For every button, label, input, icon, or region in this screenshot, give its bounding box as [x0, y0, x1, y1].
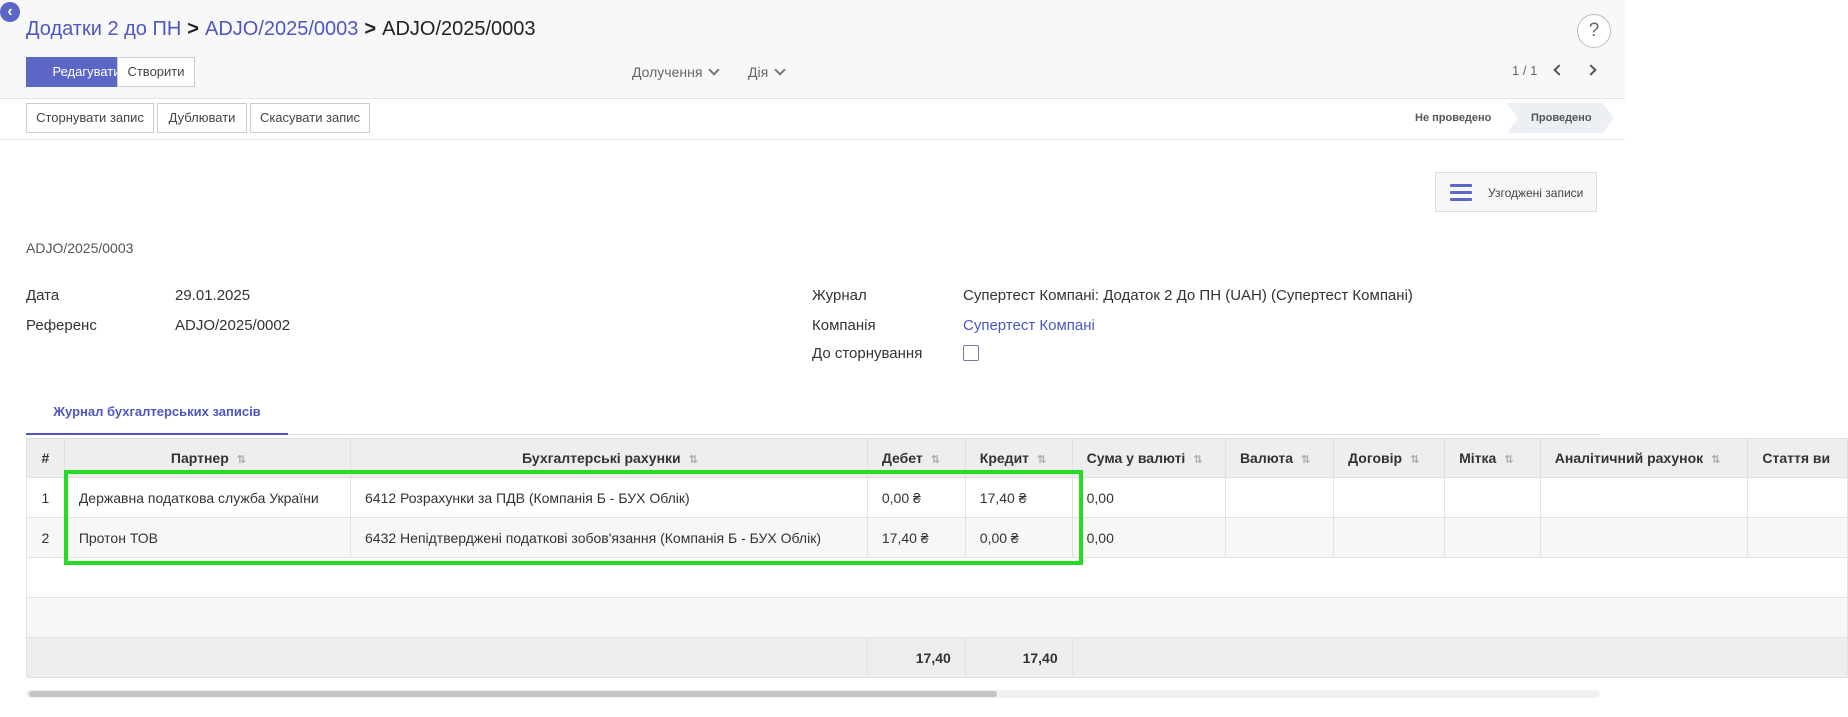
tab-journal-items[interactable]: Журнал бухгалтерських записів [26, 396, 288, 435]
row-item[interactable] [1747, 477, 1848, 518]
column-header-number: # [26, 438, 65, 478]
document-name: ADJO/2025/0003 [26, 240, 134, 256]
date-value: 29.01.2025 [175, 287, 251, 304]
page-title: ADJO/2025/0003 [382, 18, 536, 40]
attachment-dropdown-label: Долучення [632, 64, 703, 80]
row-currency[interactable] [1224, 477, 1335, 518]
row-currency[interactable] [1224, 517, 1335, 558]
column-header-credit-label: Кредит [979, 450, 1030, 466]
row-contract[interactable] [1333, 477, 1446, 518]
column-header-analytic[interactable]: Аналітичний рахунок ⇅ [1539, 438, 1749, 478]
duplicate-button[interactable]: Дублювати [157, 103, 247, 133]
cancel-entry-button[interactable]: Скасувати запис [250, 103, 370, 133]
row-amount-currency[interactable]: 0,00 [1071, 477, 1226, 518]
help-icon[interactable]: ? [1577, 14, 1611, 48]
row-number: 1 [26, 477, 65, 518]
column-header-analytic-label: Аналітичний рахунок [1554, 450, 1704, 466]
control-panel [0, 0, 1625, 99]
totals-spacer [26, 637, 868, 678]
row-tag[interactable] [1444, 517, 1541, 558]
create-button[interactable]: Створити [117, 57, 195, 87]
to-reverse-checkbox[interactable] [963, 345, 979, 361]
sort-icon: ⇅ [1410, 454, 1419, 466]
sort-icon: ⇅ [1300, 454, 1310, 466]
totals-spacer [1071, 637, 1848, 678]
status-draft[interactable]: Не проведено [1415, 103, 1491, 133]
sort-icon: ⇅ [1711, 454, 1720, 466]
attachment-dropdown[interactable]: Долучення [632, 64, 721, 80]
column-header-item[interactable]: Стаття ви [1747, 438, 1848, 478]
sort-icon: ⇅ [1037, 454, 1046, 466]
breadcrumb-item-journal[interactable]: Додатки 2 до ПН [26, 18, 181, 40]
breadcrumb: Додатки 2 до ПН > ADJO/2025/0003 > ADJO/2025… [26, 18, 536, 41]
column-header-amount-currency-label: Сума у валюті [1086, 450, 1186, 466]
total-debit: 17,40 [866, 637, 966, 678]
sort-icon: ⇅ [1504, 454, 1513, 466]
column-header-tag[interactable]: Мітка ⇅ [1444, 438, 1541, 478]
column-header-account-label: Бухгалтерські рахунки [522, 450, 681, 466]
company-label: Компанія [812, 317, 876, 334]
reconciled-entries-label: Узгоджені записи [1488, 186, 1584, 200]
column-header-contract[interactable]: Договір ⇅ [1333, 438, 1446, 478]
action-dropdown-label: Дія [748, 64, 769, 80]
to-reverse-label: До сторнування [812, 345, 923, 362]
empty-row-cell [26, 597, 1848, 638]
row-contract[interactable] [1333, 517, 1446, 558]
column-header-debit-label: Дебет [881, 450, 923, 466]
row-number: 2 [26, 517, 65, 558]
scrollbar-thumb[interactable] [29, 691, 997, 697]
sort-icon: ⇅ [930, 454, 940, 466]
breadcrumb-separator-icon: > [364, 18, 377, 40]
journal-value: Супертест Компані: Додаток 2 До ПН (UAH)… [963, 287, 1413, 304]
list-icon [1450, 184, 1472, 202]
sort-icon: ⇅ [236, 454, 246, 466]
action-dropdown[interactable]: Дія [748, 64, 786, 80]
horizontal-scrollbar[interactable] [26, 690, 1600, 698]
row-tag[interactable] [1444, 477, 1541, 518]
company-link[interactable]: Супертест Компані [963, 317, 1095, 334]
column-header-tag-label: Мітка [1459, 450, 1497, 466]
column-header-partner-label: Партнер [170, 450, 229, 466]
column-header-currency-label: Валюта [1239, 450, 1293, 466]
column-header-amount-currency[interactable]: Сума у валюті ⇅ [1071, 438, 1226, 478]
status-posted[interactable]: Проведено [1507, 103, 1614, 133]
reverse-entry-button[interactable]: Сторнувати запис [26, 103, 154, 133]
highlight-box [64, 470, 1083, 565]
notebook-tabs: Журнал бухгалтерських записів [26, 396, 1600, 435]
reference-value: ADJO/2025/0002 [175, 317, 291, 334]
pager-value[interactable]: 1 / 1 [1512, 63, 1537, 78]
date-label: Дата [26, 287, 60, 304]
back-icon[interactable]: ‹ [0, 2, 20, 22]
column-header-contract-label: Договір [1348, 450, 1403, 466]
journal-label: Журнал [812, 287, 867, 304]
reconciled-entries-button[interactable]: Узгоджені записи [1435, 172, 1597, 212]
breadcrumb-item-record[interactable]: ADJO/2025/0003 [205, 18, 358, 40]
column-header-currency[interactable]: Валюта ⇅ [1224, 438, 1335, 478]
chevron-down-icon [774, 64, 786, 76]
row-analytic[interactable] [1539, 517, 1749, 558]
total-credit: 17,40 [964, 637, 1073, 678]
breadcrumb-separator-icon: > [187, 18, 199, 40]
empty-row [26, 597, 1848, 638]
row-item[interactable] [1747, 517, 1848, 558]
row-amount-currency[interactable]: 0,00 [1071, 517, 1226, 558]
chevron-down-icon [708, 64, 721, 76]
sort-icon: ⇅ [688, 454, 698, 466]
sort-icon: ⇅ [1193, 454, 1202, 466]
totals-row: 17,40 17,40 [26, 637, 1848, 678]
reference-label: Референс [26, 317, 97, 334]
row-analytic[interactable] [1539, 477, 1749, 518]
